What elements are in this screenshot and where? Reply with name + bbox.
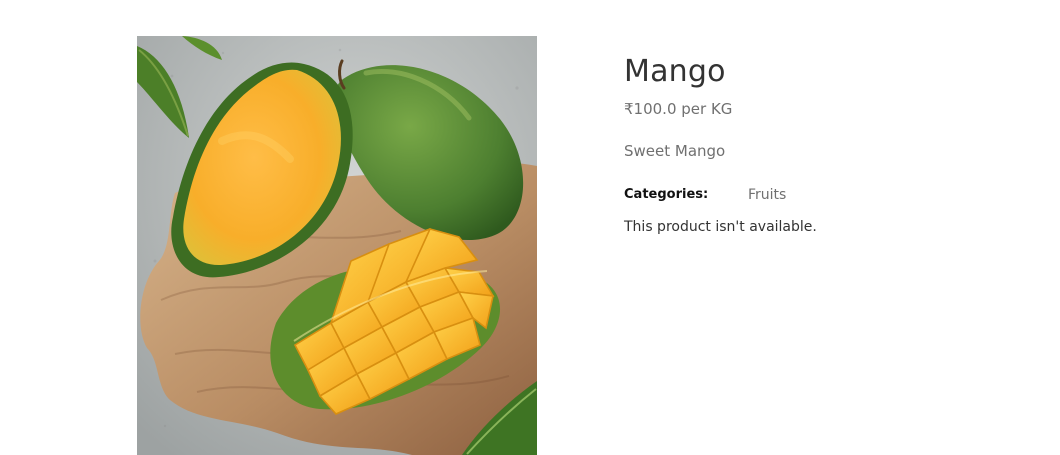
product-details: Mango ₹100.0 per KG Sweet Mango Categori…	[624, 52, 1044, 237]
availability-message: This product isn't available.	[624, 219, 817, 235]
product-page: Mango ₹100.0 per KG Sweet Mango Categori…	[0, 0, 1060, 455]
product-categories: Categories: Fruits	[624, 186, 1044, 204]
categories-label: Categories:	[624, 187, 709, 202]
mango-photo	[137, 36, 537, 455]
category-link-fruits[interactable]: Fruits	[748, 186, 786, 204]
product-description: Sweet Mango	[624, 142, 726, 160]
product-price: ₹100.0 per KG	[624, 100, 733, 118]
product-title: Mango	[624, 54, 726, 89]
product-image	[137, 36, 537, 455]
